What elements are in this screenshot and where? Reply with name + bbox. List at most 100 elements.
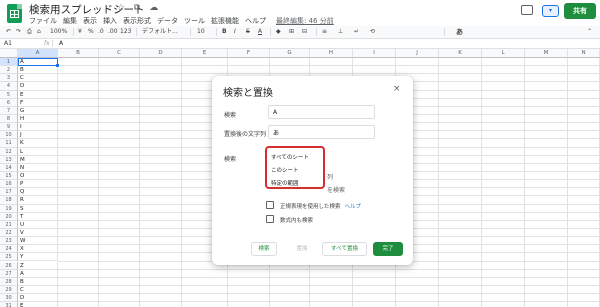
cell-a[interactable]: F	[18, 98, 58, 107]
column-header-a[interactable]: A	[18, 49, 58, 58]
row-header[interactable]: 24	[0, 245, 18, 254]
increase-decimal-icon[interactable]: .00	[108, 26, 118, 38]
borders-icon[interactable]: ⊞	[289, 26, 294, 38]
done-button[interactable]: 完了	[373, 242, 403, 256]
cell-a[interactable]: A	[18, 58, 58, 67]
undo-icon[interactable]: ↶	[6, 26, 11, 38]
row-header[interactable]: 8	[0, 114, 18, 124]
menu-edit[interactable]: 編集	[63, 16, 77, 26]
column-header-i[interactable]: I	[353, 49, 396, 58]
column-header-e[interactable]: E	[182, 49, 228, 58]
scope-option-this-sheet[interactable]: このシート	[271, 166, 299, 174]
menu-view[interactable]: 表示	[83, 16, 97, 26]
column-header-b[interactable]: B	[58, 49, 99, 58]
row-header[interactable]: 9	[0, 123, 18, 132]
row-header[interactable]: 17	[0, 188, 18, 197]
italic-icon[interactable]: I	[234, 26, 236, 38]
row-header[interactable]: 15	[0, 171, 18, 181]
cell-a[interactable]: E	[18, 302, 58, 307]
column-header-n[interactable]: N	[568, 49, 600, 58]
formula-search-checkbox[interactable]	[266, 215, 274, 223]
find-button[interactable]: 検索	[251, 242, 277, 256]
font-family-select[interactable]: デフォルト...	[142, 26, 178, 38]
row-header[interactable]: 10	[0, 131, 18, 140]
row-header[interactable]: 30	[0, 294, 18, 303]
formula-input[interactable]: A	[59, 39, 63, 48]
strikethrough-icon[interactable]: S	[246, 26, 250, 38]
cell-a[interactable]: C	[18, 74, 58, 83]
selection-fill-handle[interactable]	[56, 64, 59, 67]
row-header[interactable]: 21	[0, 220, 18, 229]
row-header[interactable]: 7	[0, 106, 18, 115]
menu-data[interactable]: データ	[157, 16, 178, 26]
cell-a[interactable]: V	[18, 228, 58, 238]
cell-a[interactable]: U	[18, 220, 58, 229]
row-header[interactable]: 27	[0, 269, 18, 278]
cell-a[interactable]: X	[18, 245, 58, 254]
column-header-k[interactable]: K	[439, 49, 482, 58]
menu-insert[interactable]: 挿入	[103, 16, 117, 26]
merge-cells-icon[interactable]: ⊟	[302, 26, 307, 38]
menu-file[interactable]: ファイル	[29, 16, 57, 26]
row-header[interactable]: 11	[0, 139, 18, 148]
cell-a[interactable]: J	[18, 131, 58, 140]
cell-a[interactable]: O	[18, 171, 58, 181]
zoom-select[interactable]: 100%	[50, 26, 67, 38]
comment-icon[interactable]	[521, 5, 533, 15]
cell-a[interactable]: N	[18, 163, 58, 172]
text-rotation-icon[interactable]: ⟲	[370, 26, 375, 38]
cell-a[interactable]: T	[18, 212, 58, 221]
cell-a[interactable]: C	[18, 285, 58, 295]
column-header-d[interactable]: D	[140, 49, 182, 58]
cell-a[interactable]: B	[18, 66, 58, 75]
select-all-corner[interactable]	[0, 49, 18, 58]
help-link[interactable]: ヘルプ	[345, 204, 362, 210]
row-header[interactable]: 22	[0, 228, 18, 238]
row-header[interactable]: 6	[0, 98, 18, 107]
input-tools-icon[interactable]: あ	[456, 26, 463, 38]
column-header-j[interactable]: J	[396, 49, 439, 58]
row-header[interactable]: 31	[0, 302, 18, 307]
column-header-f[interactable]: F	[228, 49, 270, 58]
text-color-icon[interactable]: A	[258, 26, 262, 38]
bold-icon[interactable]: B	[222, 26, 227, 38]
row-header[interactable]: 16	[0, 180, 18, 189]
column-header-h[interactable]: H	[310, 49, 353, 58]
row-header[interactable]: 4	[0, 82, 18, 91]
paint-format-icon[interactable]: ⌂	[37, 26, 41, 38]
more-formats-icon[interactable]: 123	[120, 26, 131, 38]
replace-all-button[interactable]: すべて置換	[322, 242, 367, 256]
column-header-l[interactable]: L	[482, 49, 525, 58]
share-button[interactable]: 共有	[564, 3, 596, 19]
scope-option-specific-range[interactable]: 特定の範囲	[271, 179, 299, 187]
horizontal-align-icon[interactable]: ≡	[322, 26, 327, 38]
cell-a[interactable]: L	[18, 147, 58, 156]
close-icon[interactable]: ×	[393, 84, 401, 94]
row-header[interactable]: 14	[0, 163, 18, 172]
cell-a[interactable]: G	[18, 106, 58, 115]
menu-help[interactable]: ヘルプ	[245, 16, 266, 26]
cell-a[interactable]: D	[18, 294, 58, 303]
replace-button[interactable]: 置換	[290, 242, 314, 256]
cell-a[interactable]: A	[18, 269, 58, 278]
cell-a[interactable]: I	[18, 123, 58, 132]
present-dropdown-button[interactable]: ▾	[542, 5, 559, 17]
row-header[interactable]: 13	[0, 155, 18, 164]
font-size-select[interactable]: 10	[197, 26, 205, 38]
menu-tools[interactable]: ツール	[184, 16, 205, 26]
search-input[interactable]	[268, 105, 375, 119]
cell-a[interactable]: Y	[18, 253, 58, 262]
cell-a[interactable]: H	[18, 114, 58, 124]
row-header[interactable]: 28	[0, 277, 18, 286]
name-box[interactable]: A1	[4, 39, 12, 48]
cell-a[interactable]: W	[18, 237, 58, 246]
row-header[interactable]: 26	[0, 261, 18, 270]
column-header-m[interactable]: M	[525, 49, 568, 58]
row-header[interactable]: 5	[0, 90, 18, 99]
row-header[interactable]: 1	[0, 58, 18, 67]
row-header[interactable]: 29	[0, 285, 18, 295]
print-icon[interactable]: ⎙	[27, 26, 32, 38]
text-wrap-icon[interactable]: ↵	[354, 26, 359, 38]
column-header-c[interactable]: C	[99, 49, 140, 58]
row-header[interactable]: 3	[0, 74, 18, 83]
